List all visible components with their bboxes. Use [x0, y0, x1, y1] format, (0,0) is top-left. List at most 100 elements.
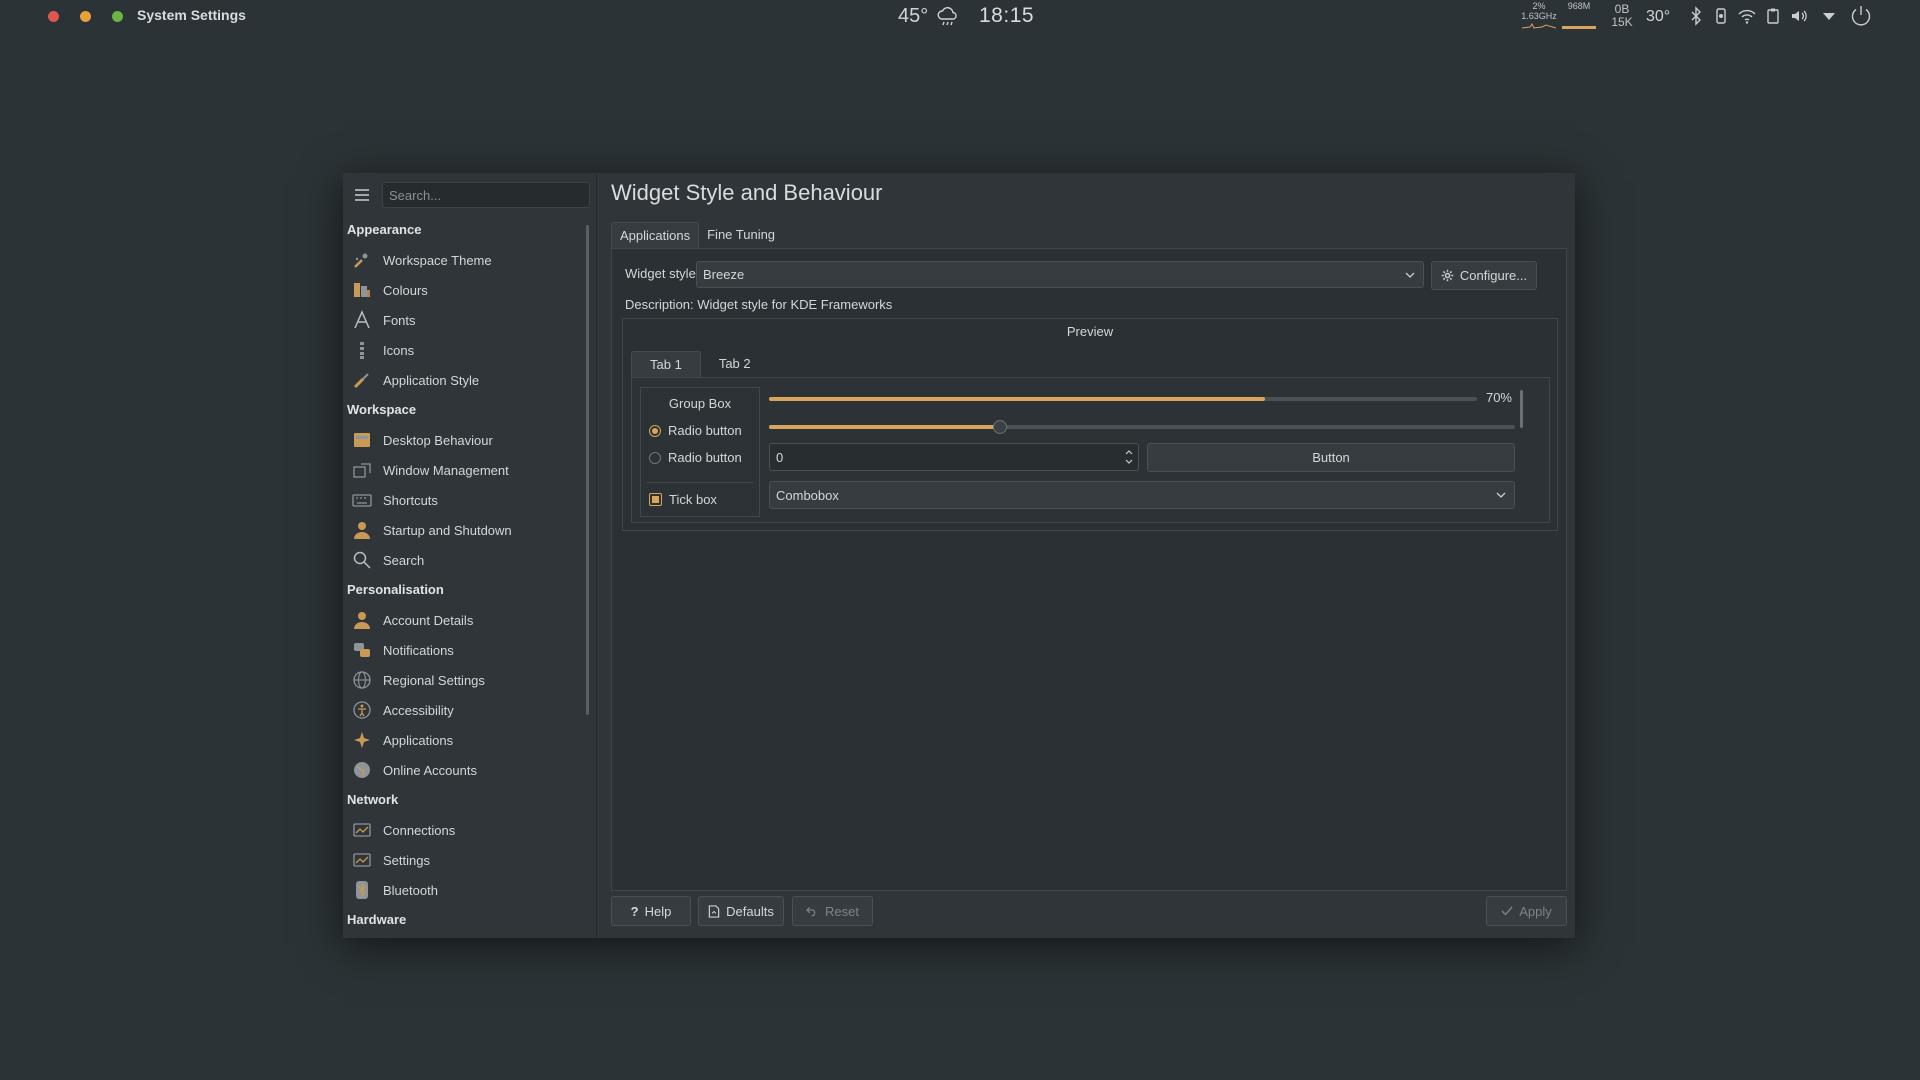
- wifi-icon[interactable]: [1737, 6, 1757, 26]
- sidebar-item-colours[interactable]: Colours: [343, 275, 589, 305]
- page-tabs: Applications Fine Tuning: [611, 222, 783, 249]
- help-button[interactable]: ? Help: [611, 896, 691, 926]
- clock[interactable]: 18:15: [979, 4, 1034, 28]
- sidebar-item-label: Bluetooth: [383, 882, 438, 898]
- sidebar-search-input[interactable]: [382, 182, 590, 208]
- checkbox-checked-indicator: [649, 493, 662, 506]
- network-settings-icon: [351, 849, 373, 871]
- radio-label: Radio button: [668, 450, 742, 465]
- chevron-down-icon: [1496, 492, 1506, 498]
- preview-title: Preview: [1066, 324, 1114, 339]
- sidebar-item-label: Accessibility: [383, 702, 454, 718]
- category-hardware: Hardware: [347, 912, 407, 927]
- defaults-button[interactable]: Defaults: [698, 896, 784, 926]
- sidebar-item-accessibility[interactable]: Accessibility: [343, 695, 589, 725]
- bluetooth-icon[interactable]: [1686, 6, 1706, 26]
- group-box-divider: [647, 482, 753, 483]
- category-appearance: Appearance: [347, 222, 422, 237]
- hamburger-menu-icon[interactable]: [354, 188, 370, 202]
- slider-fill: [769, 425, 1001, 429]
- preview-tick-box[interactable]: Tick box: [649, 492, 717, 507]
- apply-button[interactable]: Apply: [1486, 896, 1567, 926]
- minimize-window-button[interactable]: [80, 11, 91, 22]
- sidebar-item-regional-settings[interactable]: Regional Settings: [343, 665, 589, 695]
- undo-icon: [806, 906, 816, 917]
- sidebar-item-window-management[interactable]: Window Management: [343, 455, 589, 485]
- progress-fill: [769, 397, 1265, 401]
- clipboard-icon[interactable]: [1763, 6, 1783, 26]
- checkbox-label: Tick box: [669, 492, 717, 507]
- preview-scrollbar[interactable]: [1520, 390, 1523, 428]
- sidebar-item-account-details[interactable]: Account Details: [343, 605, 589, 635]
- sidebar-item-workspace-theme[interactable]: Workspace Theme: [343, 245, 589, 275]
- sidebar: Appearance Workspace Theme Colours Fonts…: [343, 173, 597, 938]
- sidebar-item-applications[interactable]: Applications: [343, 725, 589, 755]
- checkmark-icon: [1501, 906, 1513, 916]
- sidebar-item-label: Notifications: [383, 642, 454, 658]
- memory-monitor[interactable]: 968M: [1562, 1, 1596, 29]
- sidebar-item-label: Settings: [383, 852, 430, 868]
- power-icon[interactable]: [1849, 4, 1873, 28]
- spinbox-arrows-icon[interactable]: [1124, 448, 1134, 466]
- widget-style-label: Widget style:: [625, 266, 700, 281]
- sidebar-item-application-style[interactable]: Application Style: [343, 365, 589, 395]
- slider-handle[interactable]: [993, 420, 1008, 434]
- sidebar-item-desktop-behaviour[interactable]: Desktop Behaviour: [343, 425, 589, 455]
- sidebar-item-label: Desktop Behaviour: [383, 432, 493, 448]
- paintbrush-icon: [351, 249, 373, 271]
- preview-combobox[interactable]: Combobox: [769, 481, 1515, 509]
- combobox-value: Combobox: [776, 487, 839, 503]
- help-button-label: Help: [644, 903, 672, 919]
- preview-group: Preview Tab 1 Tab 2 Group Box Radio butt…: [622, 318, 1558, 531]
- sidebar-item-label: Startup and Shutdown: [383, 522, 512, 538]
- preview-slider[interactable]: [769, 425, 1515, 429]
- radio-unchecked-indicator: [649, 451, 661, 464]
- phone-connect-icon[interactable]: [1711, 6, 1731, 26]
- tab-applications[interactable]: Applications: [611, 222, 700, 249]
- preview-radio-1[interactable]: Radio button: [649, 423, 742, 438]
- network-monitor[interactable]: 0B 15K: [1607, 3, 1637, 29]
- preview-button[interactable]: Button: [1147, 443, 1515, 472]
- configure-button-label: Configure...: [1459, 268, 1528, 283]
- sidebar-item-label: Fonts: [383, 312, 416, 328]
- category-workspace: Workspace: [347, 402, 417, 417]
- gear-icon: [1441, 269, 1454, 282]
- sidebar-item-startup-shutdown[interactable]: Startup and Shutdown: [343, 515, 589, 545]
- active-app-title: System Settings: [137, 7, 246, 23]
- preview-spinbox[interactable]: 0: [769, 443, 1139, 471]
- sidebar-item-label: Icons: [383, 342, 415, 358]
- network-connections-icon: [351, 819, 373, 841]
- tray-expand-icon[interactable]: [1819, 6, 1839, 26]
- sidebar-item-icons[interactable]: Icons: [343, 335, 589, 365]
- sidebar-item-shortcuts[interactable]: Shortcuts: [343, 485, 589, 515]
- weather-widget[interactable]: 45°: [898, 4, 960, 28]
- close-window-button[interactable]: [48, 11, 59, 22]
- preview-radio-2[interactable]: Radio button: [649, 450, 742, 465]
- tab-fine-tuning[interactable]: Fine Tuning: [699, 222, 783, 248]
- configure-button[interactable]: Configure...: [1431, 261, 1537, 290]
- page-title: Widget Style and Behaviour: [611, 180, 883, 205]
- widget-style-description: Description: Widget style for KDE Framew…: [625, 297, 893, 312]
- sidebar-item-bluetooth[interactable]: Bluetooth: [343, 875, 589, 905]
- reset-button[interactable]: Reset: [792, 896, 873, 926]
- preview-tab-2[interactable]: Tab 2: [701, 351, 769, 377]
- cpu-monitor[interactable]: 2% 1.63GHz: [1520, 1, 1558, 31]
- sidebar-item-search[interactable]: Search: [343, 545, 589, 575]
- sidebar-item-network-settings[interactable]: Settings: [343, 845, 589, 875]
- spinbox-value: 0: [776, 449, 784, 465]
- volume-icon[interactable]: [1789, 6, 1809, 26]
- sidebar-item-online-accounts[interactable]: Online Accounts: [343, 755, 589, 785]
- maximize-window-button[interactable]: [112, 11, 123, 22]
- accessibility-icon: [351, 699, 373, 721]
- online-accounts-globe-icon: [351, 759, 373, 781]
- preview-tab-1[interactable]: Tab 1: [631, 351, 701, 378]
- cpu-temperature[interactable]: 30°: [1646, 8, 1670, 26]
- sidebar-scrollbar[interactable]: [586, 225, 589, 715]
- search-icon: [351, 549, 373, 571]
- sidebar-item-fonts[interactable]: Fonts: [343, 305, 589, 335]
- defaults-button-label: Defaults: [726, 903, 774, 919]
- sidebar-item-connections[interactable]: Connections: [343, 815, 589, 845]
- sidebar-item-notifications[interactable]: Notifications: [343, 635, 589, 665]
- widget-style-combobox[interactable]: Breeze: [696, 261, 1424, 288]
- sidebar-item-label: Shortcuts: [383, 492, 438, 508]
